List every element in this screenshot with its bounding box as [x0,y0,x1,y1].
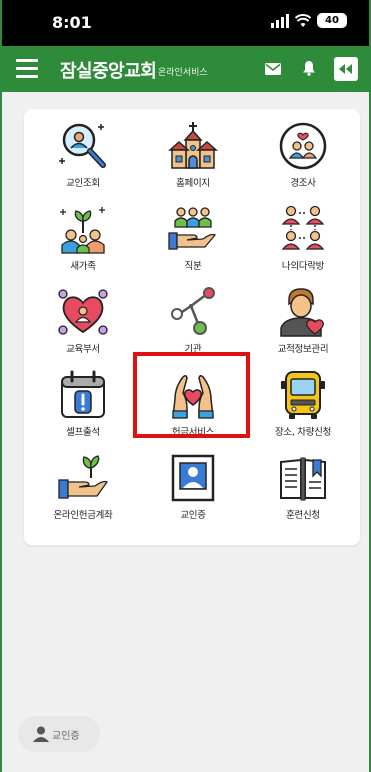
menu-tile-place-vehicle[interactable]: 장소, 차량신청 [248,366,358,449]
status-bar: 8:01 40 [2,0,369,46]
tile-label: 기관 [184,344,202,355]
tile-label: 새가족 [70,261,96,272]
mail-icon[interactable] [265,63,281,75]
battery-icon: 40 [317,13,347,28]
calendar-alert-icon [61,370,105,418]
tile-label: 경조사 [290,178,316,189]
app-screen: 8:01 40 잠실중앙교회 온라인서비스 교인조회 홈페이지 경조사 새가족 … [0,0,371,772]
menu-tile-offering[interactable]: 헌금서비스 [138,366,248,449]
person-heart-icon [280,288,324,337]
menu-tile-training[interactable]: 훈련신청 [248,449,358,532]
tile-label: 교육부서 [66,344,100,355]
bus-icon [281,371,325,419]
member-card-shortcut-button[interactable]: 교인증 [18,716,100,752]
tile-label: 교인증 [180,510,206,521]
shortcut-label: 교인증 [52,730,80,742]
menu-tile-new-family[interactable]: 새가족 [28,200,138,283]
tile-label: 온라인헌금계좌 [53,510,113,521]
bell-icon[interactable] [302,60,316,76]
double-chevron-left-icon [339,64,352,74]
status-time: 8:01 [52,13,92,32]
service-menu-card: 교인조회 홈페이지 경조사 새가족 직분 나의다락방 교육부서 기관 교적정보관… [24,109,360,545]
tile-label: 교인조회 [66,178,100,189]
menu-tile-institution[interactable]: 기관 [138,283,248,366]
tile-label: 셀프출석 [66,427,100,438]
menu-tile-member-card[interactable]: 교인증 [138,449,248,532]
app-header: 잠실중앙교회 온라인서비스 [2,46,369,92]
magnifier-people-icon [59,123,106,168]
node-link-icon [171,287,215,335]
service-subtitle: 온라인서비스 [158,68,208,78]
menu-tile-homepage[interactable]: 홈페이지 [138,117,248,200]
service-menu-grid: 교인조회 홈페이지 경조사 새가족 직분 나의다락방 교육부서 기관 교적정보관… [28,117,358,532]
people-network-icon [281,205,325,250]
hamburger-menu-icon[interactable] [16,59,38,79]
tile-label: 나의다락방 [281,261,325,272]
couple-heart-icon [279,122,327,170]
hand-plant-icon [58,455,108,499]
church-icon [168,122,218,169]
wifi-icon [295,13,311,27]
person-icon [33,726,49,742]
tile-label: 훈련신청 [286,510,320,521]
signal-icon [271,13,289,28]
heart-network-icon [58,289,108,335]
hands-heart-icon [172,374,214,419]
tile-label: 홈페이지 [176,178,210,189]
tile-label: 장소, 차량신청 [274,427,332,438]
status-icons: 40 [271,13,347,28]
hand-people-icon [168,207,217,250]
church-name: 잠실중앙교회 [60,61,157,82]
tile-label: 헌금서비스 [171,427,215,438]
menu-tile-my-dakrabang[interactable]: 나의다락방 [248,200,358,283]
menu-tile-online-offering-account[interactable]: 온라인헌금계좌 [28,449,138,532]
menu-tile-condolence[interactable]: 경조사 [248,117,358,200]
tile-label: 직분 [184,261,202,272]
id-card-icon [171,454,215,502]
book-icon [280,457,326,501]
back-button[interactable] [334,57,358,81]
menu-tile-self-attendance[interactable]: 셀프출석 [28,366,138,449]
menu-tile-duties[interactable]: 직분 [138,200,248,283]
family-plant-icon [60,207,105,254]
menu-tile-member-info[interactable]: 교적정보관리 [248,283,358,366]
tile-label: 교적정보관리 [277,344,329,355]
menu-tile-member-search[interactable]: 교인조회 [28,117,138,200]
menu-tile-education[interactable]: 교육부서 [28,283,138,366]
